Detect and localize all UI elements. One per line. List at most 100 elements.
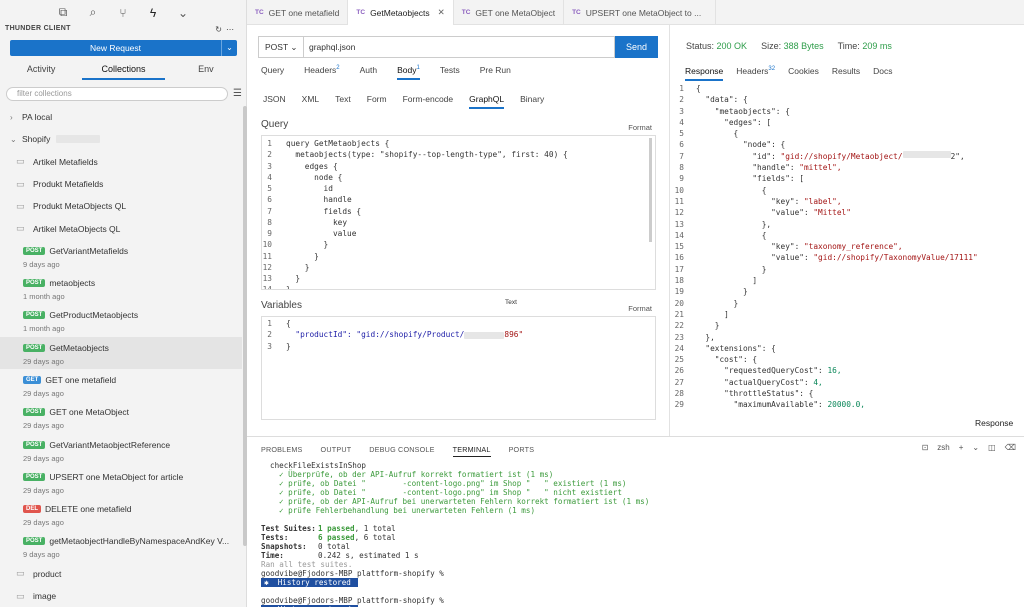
terminal-output[interactable]: checkFileExistsInShop ✓ Überprüfe, ob de…	[261, 461, 649, 607]
more-icon[interactable]: ⋯	[226, 25, 238, 34]
tab-binary[interactable]: Binary	[520, 94, 544, 109]
tab-terminal[interactable]: TERMINAL	[452, 445, 491, 457]
folder-item[interactable]: ▭ image	[0, 585, 242, 607]
folder-item[interactable]: ▭ Artikel Metafields	[0, 151, 242, 173]
tab-response-headers[interactable]: Headers32	[736, 66, 775, 81]
folder-icon: ▭	[16, 568, 25, 579]
request-item[interactable]: DEL DELETE one metafield 29 days ago	[0, 498, 242, 530]
tab-pre-run[interactable]: Pre Run	[480, 65, 511, 80]
code-text: metaobjects(type: "shopify--top-length-t…	[286, 150, 568, 160]
request-item[interactable]: POST GET one MetaObject 29 days ago	[0, 401, 242, 433]
format-variables-button[interactable]: Format	[628, 304, 652, 313]
code-line: 15 "key": "taxonomy_reference",	[670, 241, 1024, 252]
tab-collections[interactable]: Collections	[82, 60, 165, 80]
editor-tab[interactable]: TC GET one metafield	[247, 0, 349, 25]
tab-auth[interactable]: Auth	[360, 65, 378, 80]
tab-activity[interactable]: Activity	[0, 60, 82, 80]
menu-icon[interactable]: ☰	[233, 88, 242, 99]
search-icon[interactable]: ⌕	[86, 5, 100, 20]
tab-headers[interactable]: Headers2	[304, 65, 339, 80]
tab-ports[interactable]: PORTS	[509, 445, 535, 457]
chevron-down-icon[interactable]: ⌄	[221, 40, 237, 56]
filter-input[interactable]: filter collections	[6, 87, 228, 101]
thunder-icon[interactable]: ϟ	[146, 6, 160, 20]
chevron-down-icon[interactable]: ⌄	[176, 6, 190, 20]
close-icon[interactable]: ✕	[438, 7, 445, 18]
code-text: "key": "taxonomy_reference",	[696, 242, 903, 252]
collection-label: PA local	[22, 112, 53, 123]
trash-icon[interactable]: ⌫	[1005, 443, 1016, 452]
code-line: 24 "extensions": {	[670, 343, 1024, 354]
response-button[interactable]: Response	[969, 416, 1020, 430]
folder-item[interactable]: ▭ Produkt Metafields	[0, 173, 242, 195]
tab-cookies[interactable]: Cookies	[788, 66, 819, 81]
shell-name[interactable]: zsh	[937, 443, 949, 452]
query-editor[interactable]: 1 query GetMetaobjects {2 metaobjects(typ…	[261, 135, 656, 290]
tab-debug-console[interactable]: DEBUG CONSOLE	[369, 445, 434, 457]
editor-tab[interactable]: TC UPSERT one MetaObject to ...	[564, 0, 717, 25]
code-text: "value": "Mittel"	[696, 208, 851, 218]
add-terminal-icon[interactable]: +	[959, 443, 964, 452]
tab-label: UPSERT one MetaObject to ...	[585, 7, 702, 18]
request-item[interactable]: POST GetProductMetaobjects 1 month ago	[0, 304, 242, 336]
folder-item[interactable]: ▭ Produkt MetaObjects QL	[0, 195, 242, 217]
request-item[interactable]: POST getMetaobjectHandleByNamespaceAndKey…	[0, 530, 242, 562]
request-item[interactable]: POST GetVariantMetafields 9 days ago	[0, 240, 242, 272]
tab-problems[interactable]: PROBLEMS	[261, 445, 303, 457]
editor-tab-active[interactable]: TC GetMetaobjects ✕	[348, 0, 454, 25]
send-button[interactable]: Send	[615, 36, 658, 58]
variables-editor[interactable]: 1{ 2 "productId": "gid://shopify/Product…	[261, 316, 656, 420]
refresh-icon[interactable]: ↻	[215, 25, 226, 34]
code-line: 9 "fields": [	[670, 173, 1024, 184]
split-icon[interactable]: ◫	[988, 443, 996, 452]
terminal-line: ✓ prüfe Fehlerbehandlung bei unerwartete…	[279, 506, 536, 515]
code-text: "key": "label",	[696, 196, 842, 206]
query-scrollbar[interactable]	[649, 138, 652, 242]
tab-env[interactable]: Env	[165, 60, 247, 80]
response-body[interactable]: 1{2 "data": {3 "metaobjects": {4 "edges"…	[670, 83, 1024, 411]
line-number: 5	[679, 129, 684, 139]
folder-item[interactable]: ▭ Artikel MetaObjects QL	[0, 217, 242, 239]
code-text: }	[696, 298, 739, 308]
request-item[interactable]: POST GetVariantMetaobjectReference 29 days…	[0, 434, 242, 466]
tab-label: GET one MetaObject	[475, 7, 556, 18]
code-line: 21 ]	[670, 309, 1024, 320]
code-line: 3 edges {	[262, 161, 655, 172]
url-input[interactable]: graphql.json	[303, 36, 615, 58]
request-item[interactable]: POST metaobjects 1 month ago	[0, 272, 242, 304]
tab-query[interactable]: Query	[261, 65, 284, 80]
request-item[interactable]: GET GET one metafield 29 days ago	[0, 369, 242, 401]
tab-form-encode[interactable]: Form-encode	[403, 94, 454, 109]
tab-graphql[interactable]: GraphQL	[469, 94, 505, 109]
copy-icon[interactable]: ⧉	[56, 5, 70, 20]
format-query-button[interactable]: Format	[628, 123, 652, 132]
tab-xml[interactable]: XML	[302, 94, 319, 109]
tab-body[interactable]: Body1	[397, 65, 420, 80]
tab-form[interactable]: Form	[367, 94, 387, 109]
new-request-button[interactable]: New Request ⌄	[10, 40, 237, 56]
method-badge: POST	[23, 311, 46, 320]
method-badge: DEL	[23, 505, 41, 514]
line-number: 21	[674, 309, 684, 319]
request-time: 29 days ago	[23, 485, 64, 495]
url-bar: POST ⌄ graphql.json Send	[258, 36, 658, 58]
code-line: 10 {	[670, 185, 1024, 196]
chevron-down-icon[interactable]: ⌄	[972, 443, 979, 452]
method-select[interactable]: POST ⌄	[258, 36, 303, 58]
editor-tab[interactable]: TC GET one MetaObject	[454, 0, 565, 25]
summary-value: 1 passed	[318, 524, 355, 533]
request-item-selected[interactable]: POST GetMetaobjects 29 days ago	[0, 336, 242, 369]
tab-text[interactable]: Text	[335, 94, 351, 109]
line-number: 8	[267, 217, 272, 227]
folder-item[interactable]: ▭ product	[0, 563, 242, 585]
request-item[interactable]: POST UPSERT one MetaObject for article 29 …	[0, 466, 242, 498]
tab-docs[interactable]: Docs	[873, 66, 892, 81]
tab-output[interactable]: OUTPUT	[321, 445, 352, 457]
tab-tests[interactable]: Tests	[440, 65, 460, 80]
tab-json[interactable]: JSON	[263, 94, 286, 109]
source-control-icon[interactable]: ⑂	[116, 6, 130, 20]
collection-pa-local[interactable]: › PA local	[0, 106, 242, 128]
collection-shopify[interactable]: ⌄ Shopify	[0, 128, 242, 150]
tab-response[interactable]: Response	[685, 66, 724, 81]
tab-results[interactable]: Results	[832, 66, 860, 81]
